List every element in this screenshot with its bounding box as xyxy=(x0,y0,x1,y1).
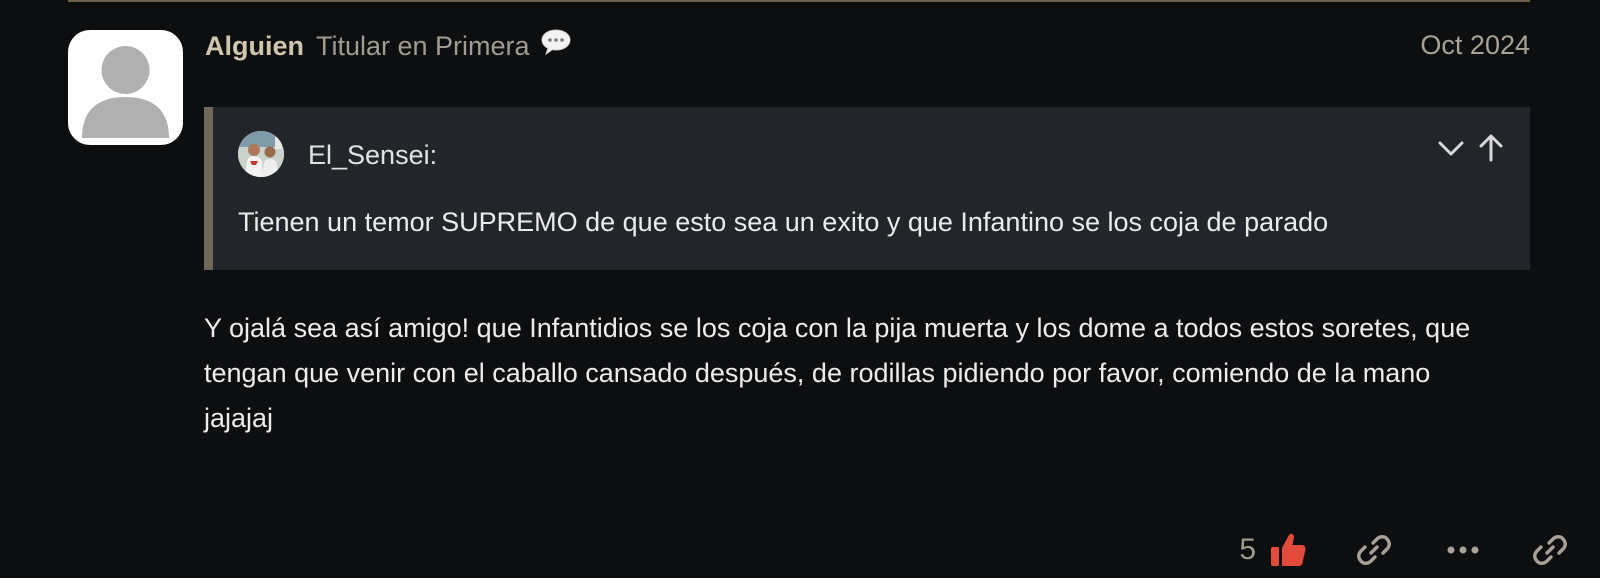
default-user-icon xyxy=(82,46,169,138)
post-actions: 5 xyxy=(1239,528,1570,572)
username-link[interactable]: Alguien xyxy=(205,31,304,62)
quote-text: Tienen un temor SUPREMO de que esto sea … xyxy=(238,207,1329,237)
reply-link-icon[interactable] xyxy=(1530,531,1570,569)
quote-block: El_Sensei: Tienen un temor SUPREMO de qu… xyxy=(204,107,1530,270)
more-icon[interactable] xyxy=(1446,545,1480,555)
post-date[interactable]: Oct 2024 xyxy=(1420,30,1530,61)
quote-avatar-photo xyxy=(238,131,284,177)
speech-bubble-icon xyxy=(540,28,572,56)
quote-author: El_Sensei: xyxy=(308,140,438,170)
post-body: Y ojalá sea así amigo! que Infantidios s… xyxy=(204,313,1471,433)
user-title: Titular en Primera xyxy=(316,30,530,61)
like-count[interactable]: 5 xyxy=(1239,533,1256,567)
thumbs-up-icon[interactable] xyxy=(1266,530,1310,570)
post-header: Alguien Titular en Primera xyxy=(205,28,572,64)
user-avatar[interactable] xyxy=(68,30,183,145)
quote-controls xyxy=(1436,133,1504,163)
chevron-down-icon[interactable] xyxy=(1436,133,1466,163)
quote-author-avatar[interactable] xyxy=(238,131,284,177)
link-icon[interactable] xyxy=(1354,531,1394,569)
post-divider xyxy=(68,0,1530,2)
arrow-up-icon[interactable] xyxy=(1478,133,1504,163)
